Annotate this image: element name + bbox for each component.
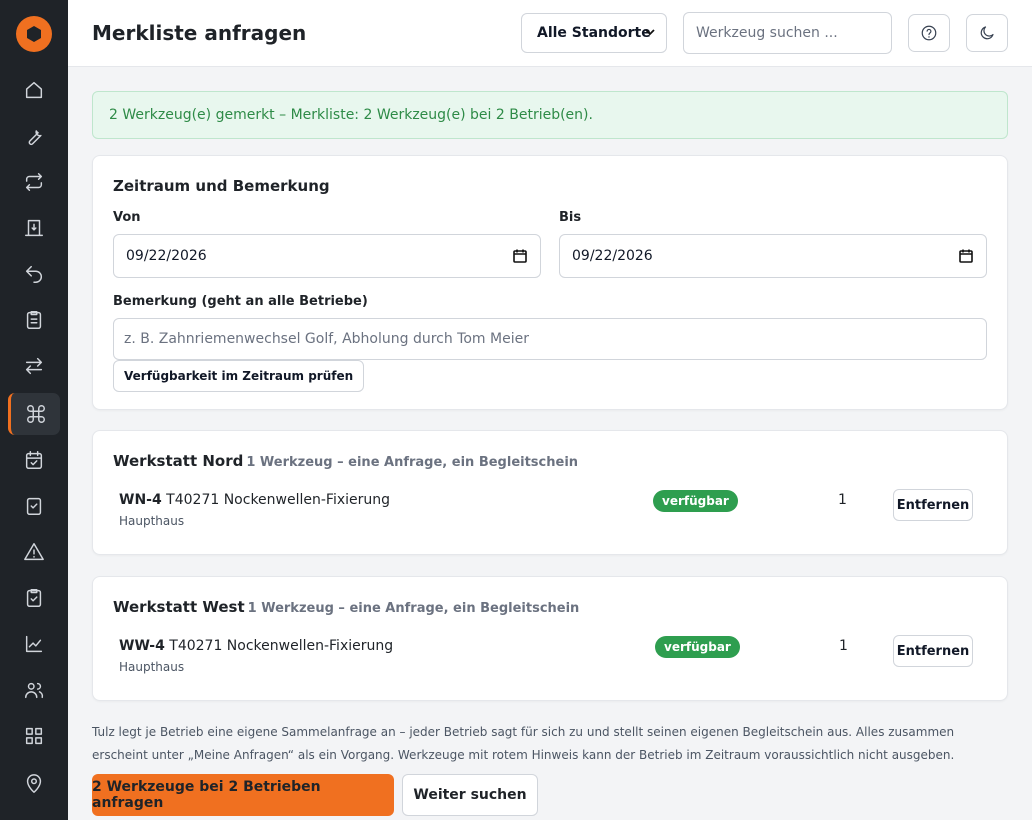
to-date-input[interactable]: 09/22/2026 bbox=[559, 234, 987, 278]
clipboard-check-icon[interactable] bbox=[8, 577, 60, 619]
period-card-title: Zeitraum und Bemerkung bbox=[113, 177, 330, 195]
checkout-icon[interactable] bbox=[8, 207, 60, 249]
logo-hexagon-icon bbox=[27, 26, 41, 42]
workshop-group-title: Werkstatt West 1 Werkzeug – eine Anfrage,… bbox=[113, 598, 579, 616]
home-icon[interactable] bbox=[8, 69, 60, 111]
sidebar bbox=[0, 0, 68, 820]
workshop-group-title: Werkstatt Nord 1 Werkzeug – eine Anfrage,… bbox=[113, 452, 578, 470]
success-alert: 2 Werkzeug(e) gemerkt – Merkliste: 2 Wer… bbox=[92, 91, 1008, 139]
tool-code: WN-4 bbox=[119, 492, 162, 508]
workshop-name: Werkstatt West bbox=[113, 598, 245, 616]
calendar-icon[interactable] bbox=[512, 248, 528, 264]
remove-button[interactable]: Entfernen bbox=[893, 635, 973, 667]
request-hint-text: Tulz legt je Betrieb eine eigene Sammela… bbox=[92, 725, 955, 762]
header: Merkliste anfragen Alle Standorte bbox=[68, 0, 1032, 67]
checkbox-icon[interactable] bbox=[8, 485, 60, 527]
calendar-icon[interactable] bbox=[958, 248, 974, 264]
help-button[interactable] bbox=[908, 14, 950, 52]
help-icon bbox=[921, 25, 937, 41]
moon-icon bbox=[980, 26, 994, 40]
tool-title: WN-4 T40271 Nockenwellen-Fixierung bbox=[119, 492, 390, 508]
location-pin-icon[interactable] bbox=[8, 763, 60, 805]
calendar-check-icon[interactable] bbox=[8, 439, 60, 481]
status-badge: verfügbar bbox=[653, 490, 738, 512]
location-select-value: Alle Standorte bbox=[537, 25, 651, 41]
tool-quantity: 1 bbox=[838, 492, 847, 508]
workshop-group-card: Werkstatt West 1 Werkzeug – eine Anfrage,… bbox=[92, 576, 1008, 701]
tool-location: Haupthaus bbox=[119, 660, 185, 674]
note-input[interactable] bbox=[113, 318, 987, 360]
from-label: Von bbox=[113, 210, 141, 225]
clipboard-icon[interactable] bbox=[8, 299, 60, 341]
check-availability-button[interactable]: Verfügbarkeit im Zeitraum prüfen bbox=[113, 360, 365, 392]
workshop-subtitle: 1 Werkzeug – eine Anfrage, ein Begleitsc… bbox=[246, 455, 579, 470]
continue-search-button[interactable]: Weiter suchen bbox=[402, 774, 538, 816]
wrench-icon[interactable] bbox=[8, 115, 60, 157]
tool-name: T40271 Nockenwellen-Fixierung bbox=[169, 638, 394, 654]
warning-icon[interactable] bbox=[8, 531, 60, 573]
tool-name: T40271 Nockenwellen-Fixierung bbox=[166, 492, 391, 508]
chevron-down-icon bbox=[645, 29, 655, 36]
from-date-value: 09/22/2026 bbox=[126, 248, 207, 264]
workshop-name: Werkstatt Nord bbox=[113, 452, 244, 470]
tool-code: WW-4 bbox=[119, 638, 165, 654]
transfer-icon[interactable] bbox=[8, 161, 60, 203]
command-icon[interactable] bbox=[8, 393, 60, 435]
note-label: Bemerkung (geht an alle Betriebe) bbox=[113, 294, 368, 309]
to-label: Bis bbox=[559, 210, 582, 225]
theme-toggle-button[interactable] bbox=[966, 14, 1008, 52]
search-input[interactable] bbox=[683, 12, 892, 54]
return-icon[interactable] bbox=[8, 253, 60, 295]
page-title: Merkliste anfragen bbox=[92, 21, 307, 45]
tool-title: WW-4 T40271 Nockenwellen-Fixierung bbox=[119, 638, 393, 654]
tool-quantity: 1 bbox=[839, 638, 848, 654]
tool-location: Haupthaus bbox=[119, 514, 185, 528]
grid-icon[interactable] bbox=[8, 715, 60, 757]
workshop-group-card: Werkstatt Nord 1 Werkzeug – eine Anfrage,… bbox=[92, 430, 1008, 555]
location-select[interactable]: Alle Standorte bbox=[521, 13, 667, 53]
to-date-value: 09/22/2026 bbox=[572, 248, 653, 264]
workshop-subtitle: 1 Werkzeug – eine Anfrage, ein Begleitsc… bbox=[247, 601, 580, 616]
logo[interactable] bbox=[16, 16, 52, 52]
remove-button[interactable]: Entfernen bbox=[893, 489, 973, 521]
from-date-input[interactable]: 09/22/2026 bbox=[113, 234, 541, 278]
status-badge: verfügbar bbox=[655, 636, 740, 658]
users-icon[interactable] bbox=[8, 669, 60, 711]
chart-icon[interactable] bbox=[8, 623, 60, 665]
submit-request-button[interactable]: 2 Werkzeuge bei 2 Betrieben anfragen bbox=[92, 774, 394, 816]
period-card: Zeitraum und Bemerkung Von 09/22/2026 Bi… bbox=[92, 155, 1008, 410]
swap-icon[interactable] bbox=[8, 345, 60, 387]
